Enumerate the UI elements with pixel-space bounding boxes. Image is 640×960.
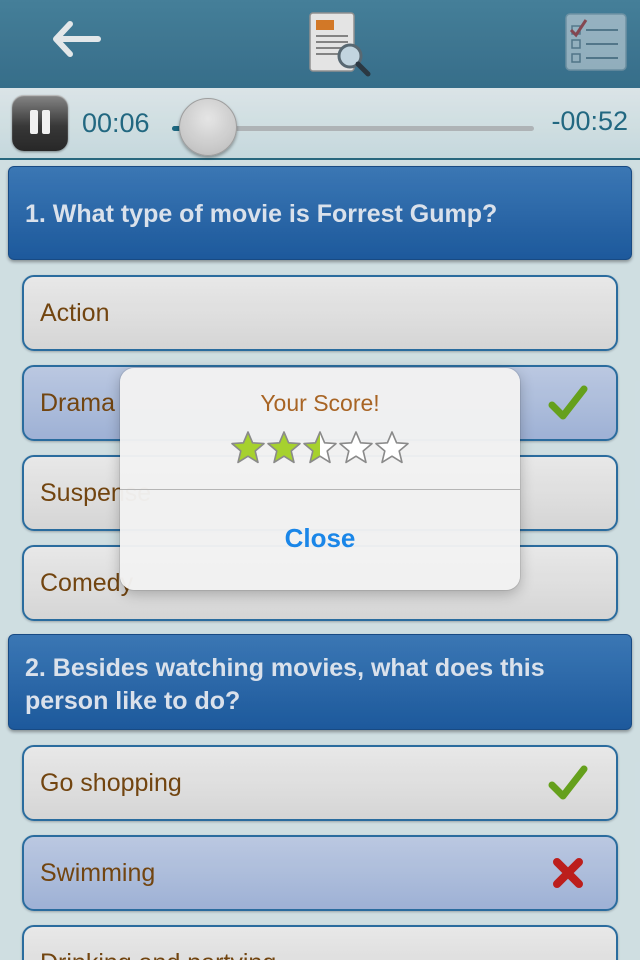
dialog-title: Your Score! (260, 390, 380, 416)
score-dialog: Your Score! Close (120, 368, 520, 590)
close-button[interactable]: Close (120, 490, 520, 590)
star-full-icon (266, 430, 302, 466)
star-rating (230, 430, 410, 468)
star-full-icon (230, 430, 266, 466)
star-half-icon (302, 430, 338, 466)
star-empty-icon (338, 430, 374, 466)
star-empty-icon (374, 430, 410, 466)
